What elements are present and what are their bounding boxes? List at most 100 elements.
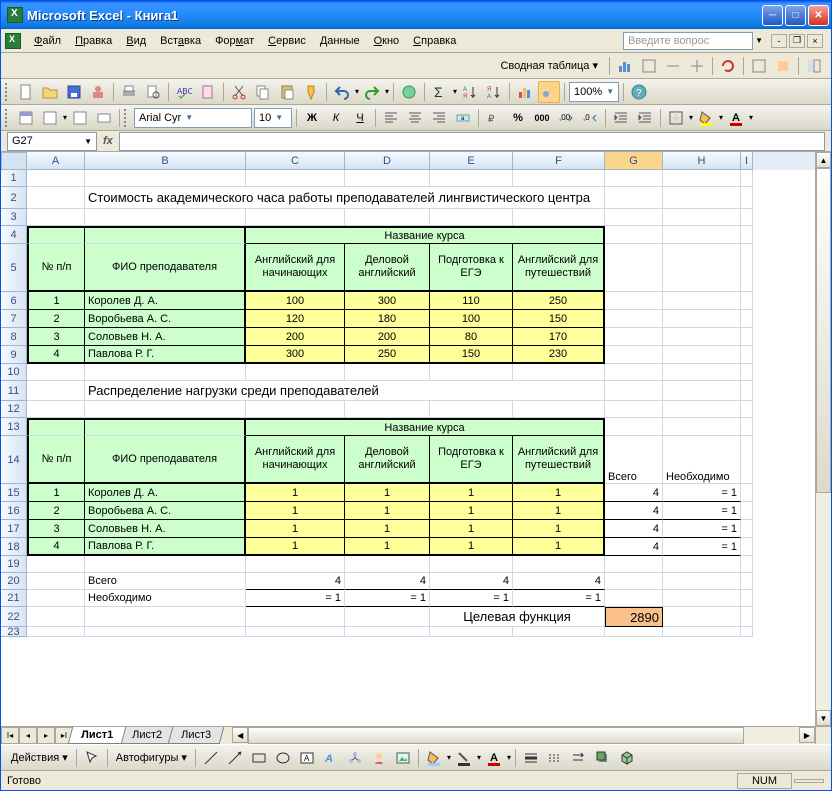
worksheet[interactable]: A B C D E F G H I 1 2Стоимость академиче…	[1, 152, 815, 726]
name-define-icon[interactable]	[93, 107, 115, 129]
comma-icon[interactable]: 000	[531, 107, 553, 129]
autoshapes-menu[interactable]: Автофигуры ▾	[112, 751, 191, 764]
decrease-decimal-icon[interactable]: ,0	[579, 107, 601, 129]
col-E[interactable]: E	[430, 152, 513, 170]
percent-icon[interactable]: %	[507, 107, 529, 129]
row-9[interactable]: 9	[1, 346, 27, 364]
scroll-left-button[interactable]: ◀	[232, 727, 248, 743]
rectangle-icon[interactable]	[248, 747, 270, 769]
row-8[interactable]: 8	[1, 328, 27, 346]
row-10[interactable]: 10	[1, 364, 27, 381]
redo-icon[interactable]	[361, 81, 383, 103]
wordart-icon[interactable]: A	[320, 747, 342, 769]
pivot-show-icon[interactable]	[686, 55, 708, 77]
new-icon[interactable]	[15, 81, 37, 103]
fill-color-draw-icon[interactable]	[423, 747, 445, 769]
conditional-format-icon[interactable]	[15, 107, 37, 129]
cell-styles-icon[interactable]	[69, 107, 91, 129]
save-icon[interactable]	[63, 81, 85, 103]
mdi-restore-button[interactable]: ❐	[789, 34, 805, 48]
scroll-down-button[interactable]: ▼	[816, 710, 831, 726]
mdi-close-button[interactable]: ×	[807, 34, 823, 48]
row-6[interactable]: 6	[1, 292, 27, 310]
pivot-include-icon[interactable]	[748, 55, 770, 77]
hscroll-thumb[interactable]	[248, 727, 744, 744]
merge-center-icon[interactable]: a	[452, 107, 474, 129]
picture-icon[interactable]	[392, 747, 414, 769]
font-name-combo[interactable]: Arial Cyr▼	[134, 108, 252, 128]
scroll-right-button[interactable]: ▶	[799, 727, 815, 743]
decrease-indent-icon[interactable]	[610, 107, 632, 129]
cut-icon[interactable]	[228, 81, 250, 103]
menu-edit[interactable]: Правка	[68, 33, 119, 49]
open-icon[interactable]	[39, 81, 61, 103]
sheet-tab-2[interactable]: Лист2	[119, 727, 176, 744]
pivot-fields-icon[interactable]	[772, 55, 794, 77]
row-1[interactable]: 1	[1, 170, 27, 187]
increase-indent-icon[interactable]	[634, 107, 656, 129]
row-23[interactable]: 23	[1, 627, 27, 637]
row-22[interactable]: 22	[1, 607, 27, 627]
font-size-combo[interactable]: 10▼	[254, 108, 292, 128]
menu-service[interactable]: Сервис	[261, 33, 313, 49]
row-20[interactable]: 20	[1, 573, 27, 590]
format-painter-icon[interactable]	[300, 81, 322, 103]
excel-doc-icon[interactable]	[5, 33, 21, 49]
row-5[interactable]: 5	[1, 244, 27, 292]
pivot-wizard-icon[interactable]	[638, 55, 660, 77]
hyperlink-icon[interactable]	[398, 81, 420, 103]
menu-window[interactable]: Окно	[367, 33, 407, 49]
drawing-toggle-icon[interactable]	[538, 81, 560, 103]
col-B[interactable]: B	[85, 152, 246, 170]
select-all-button[interactable]	[1, 152, 27, 170]
menu-view[interactable]: Вид	[119, 33, 153, 49]
menu-format[interactable]: Формат	[208, 33, 261, 49]
menu-insert[interactable]: Вставка	[153, 33, 208, 49]
fill-color-icon[interactable]	[695, 107, 717, 129]
col-G[interactable]: G	[605, 152, 663, 170]
spelling-icon[interactable]: ABC	[173, 81, 195, 103]
scroll-up-button[interactable]: ▲	[816, 152, 831, 168]
pivot-chart-icon[interactable]	[614, 55, 636, 77]
sort-desc-icon[interactable]: ЯА	[483, 81, 505, 103]
sheet-tab-3[interactable]: Лист3	[168, 727, 225, 744]
col-I[interactable]: I	[741, 152, 753, 170]
row-17[interactable]: 17	[1, 520, 27, 538]
font-color-draw-icon[interactable]: A	[483, 747, 505, 769]
pivot-fieldlist-icon[interactable]	[803, 55, 825, 77]
print-preview-icon[interactable]	[142, 81, 164, 103]
tab-prev-button[interactable]: ◂	[19, 727, 37, 744]
col-F[interactable]: F	[513, 152, 605, 170]
row-7[interactable]: 7	[1, 310, 27, 328]
format-as-table-icon[interactable]	[39, 107, 61, 129]
font-color-icon[interactable]: A	[725, 107, 747, 129]
row-12[interactable]: 12	[1, 401, 27, 418]
row-13[interactable]: 13	[1, 418, 27, 436]
menu-file[interactable]: Файл	[27, 33, 68, 49]
sort-asc-icon[interactable]: АЯ	[459, 81, 481, 103]
line-color-icon[interactable]	[453, 747, 475, 769]
align-center-icon[interactable]	[404, 107, 426, 129]
arrow-icon[interactable]	[224, 747, 246, 769]
minimize-button[interactable]: ─	[762, 5, 783, 26]
col-D[interactable]: D	[345, 152, 430, 170]
row-15[interactable]: 15	[1, 484, 27, 502]
tab-next-button[interactable]: ▸	[37, 727, 55, 744]
maximize-button[interactable]: □	[785, 5, 806, 26]
align-right-icon[interactable]	[428, 107, 450, 129]
mdi-minimize-button[interactable]: -	[771, 34, 787, 48]
borders-icon[interactable]	[665, 107, 687, 129]
select-objects-icon[interactable]	[81, 747, 103, 769]
pivot-hide-icon[interactable]	[662, 55, 684, 77]
formula-bar[interactable]	[119, 132, 825, 151]
print-icon[interactable]	[118, 81, 140, 103]
row-4[interactable]: 4	[1, 226, 27, 244]
paste-icon[interactable]	[276, 81, 298, 103]
vertical-scrollbar[interactable]: ▲ ▼	[815, 152, 831, 726]
italic-icon[interactable]: К	[325, 107, 347, 129]
row-2[interactable]: 2	[1, 187, 27, 209]
align-left-icon[interactable]	[380, 107, 402, 129]
tab-first-button[interactable]: I◂	[1, 727, 19, 744]
permission-icon[interactable]	[87, 81, 109, 103]
sheet-tab-1[interactable]: Лист1	[68, 727, 127, 744]
